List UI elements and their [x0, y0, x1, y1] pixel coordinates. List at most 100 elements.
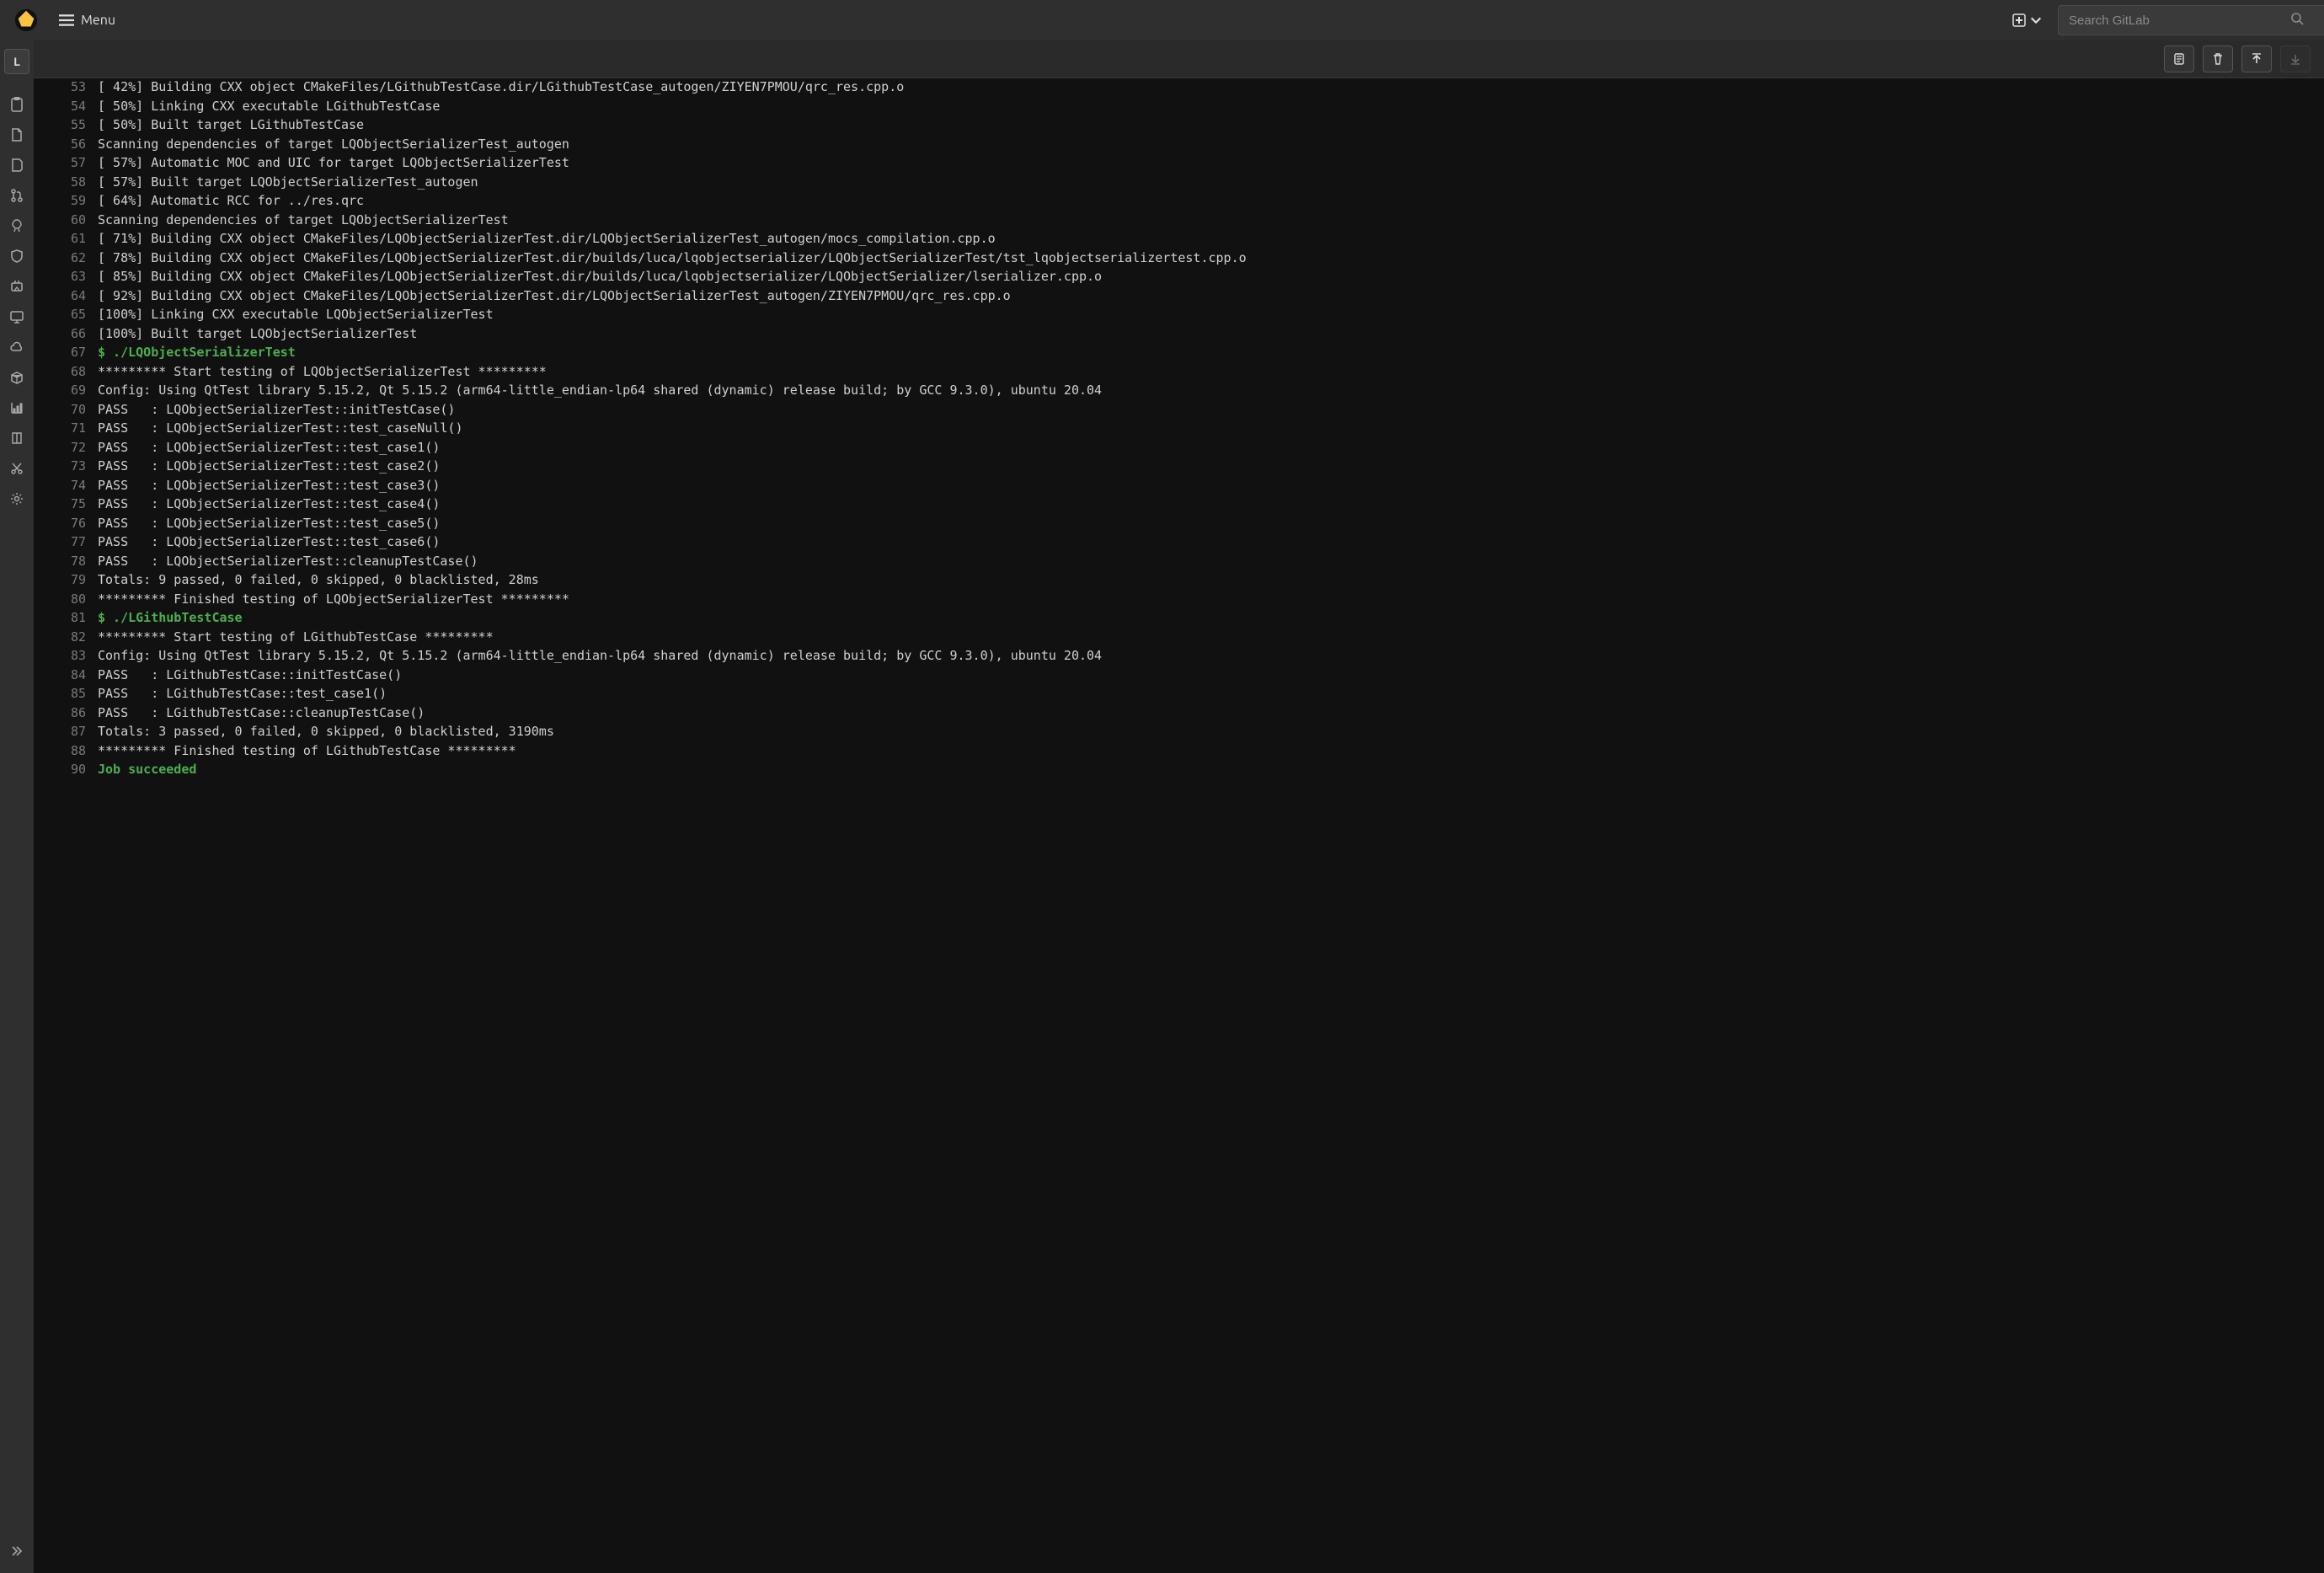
log-line-number[interactable]: 66 [34, 324, 98, 344]
log-line-number[interactable]: 75 [34, 495, 98, 514]
log-line: 66[100%] Built target LQObjectSerializer… [34, 324, 2324, 344]
sidebar-settings[interactable] [0, 484, 34, 514]
log-line-number[interactable]: 88 [34, 741, 98, 761]
show-raw-button[interactable] [2164, 45, 2194, 72]
log-line-number[interactable]: 53 [34, 78, 98, 97]
book-icon [9, 431, 24, 446]
log-line-number[interactable]: 70 [34, 400, 98, 420]
log-line-number[interactable]: 69 [34, 381, 98, 400]
log-line-text: PASS : LQObjectSerializerTest::test_case… [98, 457, 440, 476]
sidebar-merge-requests[interactable] [0, 180, 34, 211]
issues-icon [9, 158, 24, 173]
sidebar-snippets[interactable] [0, 453, 34, 484]
shield-icon [9, 249, 24, 264]
log-line-number[interactable]: 59 [34, 191, 98, 211]
log-line: 72PASS : LQObjectSerializerTest::test_ca… [34, 438, 2324, 457]
log-line-text: PASS : LGithubTestCase::test_case1() [98, 684, 387, 704]
log-line-number[interactable]: 83 [34, 646, 98, 666]
log-line-number[interactable]: 55 [34, 115, 98, 135]
hamburger-icon [59, 13, 74, 28]
package-icon [9, 370, 24, 385]
log-line-number[interactable]: 65 [34, 305, 98, 324]
sidebar-deployments[interactable] [0, 271, 34, 302]
sidebar-issues[interactable] [0, 150, 34, 180]
log-line-number[interactable]: 86 [34, 704, 98, 723]
log-line-number[interactable]: 60 [34, 211, 98, 230]
log-line: 80********* Finished testing of LQObject… [34, 590, 2324, 609]
project-logo[interactable] [13, 8, 39, 33]
log-line-number[interactable]: 82 [34, 628, 98, 647]
log-line-number[interactable]: 81 [34, 608, 98, 628]
tanuki-logo-icon [13, 8, 39, 33]
log-line-number[interactable]: 72 [34, 438, 98, 457]
log-line-number[interactable]: 85 [34, 684, 98, 704]
log-line-text: PASS : LQObjectSerializerTest::test_case… [98, 514, 440, 533]
log-line-number[interactable]: 80 [34, 590, 98, 609]
scroll-bottom-button[interactable] [2280, 45, 2311, 72]
log-line-number[interactable]: 77 [34, 532, 98, 552]
sidebar-ci-cd[interactable] [0, 211, 34, 241]
log-line-number[interactable]: 62 [34, 249, 98, 268]
log-line-number[interactable]: 54 [34, 97, 98, 116]
sidebar-packages[interactable] [0, 362, 34, 393]
sidebar-expand-button[interactable] [0, 1536, 34, 1566]
log-line: 90Job succeeded [34, 760, 2324, 779]
log-line: 82********* Start testing of LGithubTest… [34, 628, 2324, 647]
new-dropdown[interactable] [2012, 13, 2043, 27]
log-line-text: [ 57%] Built target LQObjectSerializerTe… [98, 173, 478, 192]
log-line: 60Scanning dependencies of target LQObje… [34, 211, 2324, 230]
menu-button[interactable]: Menu [59, 13, 115, 28]
scroll-top-button[interactable] [2241, 45, 2272, 72]
sidebar-repository[interactable] [0, 120, 34, 150]
search-input[interactable] [2058, 5, 2324, 35]
sidebar-project-info[interactable] [0, 89, 34, 120]
log-line: 56Scanning dependencies of target LQObje… [34, 135, 2324, 154]
log-line-number[interactable]: 90 [34, 760, 98, 779]
log-line-text: PASS : LQObjectSerializerTest::test_case… [98, 476, 440, 495]
log-line-number[interactable]: 84 [34, 666, 98, 685]
log-line-number[interactable]: 56 [34, 135, 98, 154]
log-line: 88********* Finished testing of LGithubT… [34, 741, 2324, 761]
log-line-text: [100%] Linking CXX executable LQObjectSe… [98, 305, 494, 324]
log-line: 86PASS : LGithubTestCase::cleanupTestCas… [34, 704, 2324, 723]
log-line-number[interactable]: 79 [34, 570, 98, 590]
log-line-text: Config: Using QtTest library 5.15.2, Qt … [98, 646, 1102, 666]
log-line-number[interactable]: 78 [34, 552, 98, 571]
log-line-text: PASS : LGithubTestCase::initTestCase() [98, 666, 402, 685]
log-line-text: [ 78%] Building CXX object CMakeFiles/LQ… [98, 249, 1247, 268]
log-line: 78PASS : LQObjectSerializerTest::cleanup… [34, 552, 2324, 571]
log-line-number[interactable]: 73 [34, 457, 98, 476]
sidebar-wiki[interactable] [0, 423, 34, 453]
chevron-down-icon [2029, 13, 2043, 27]
log-line-number[interactable]: 87 [34, 722, 98, 741]
log-line-text: Totals: 9 passed, 0 failed, 0 skipped, 0… [98, 570, 539, 590]
erase-log-button[interactable] [2203, 45, 2233, 72]
log-line-number[interactable]: 76 [34, 514, 98, 533]
double-chevron-right-icon [9, 1544, 24, 1559]
deployments-icon [9, 279, 24, 294]
log-line: 73PASS : LQObjectSerializerTest::test_ca… [34, 457, 2324, 476]
project-avatar[interactable]: L [4, 49, 29, 74]
log-line-number[interactable]: 64 [34, 286, 98, 306]
log-line-number[interactable]: 61 [34, 229, 98, 249]
log-line-number[interactable]: 71 [34, 419, 98, 438]
log-line-number[interactable]: 63 [34, 267, 98, 286]
log-line: 55[ 50%] Built target LGithubTestCase [34, 115, 2324, 135]
scissors-icon [9, 461, 24, 476]
log-line-text: PASS : LQObjectSerializerTest::test_case… [98, 532, 440, 552]
log-line-number[interactable]: 67 [34, 343, 98, 362]
log-line-number[interactable]: 58 [34, 173, 98, 192]
sidebar-infrastructure[interactable] [0, 332, 34, 362]
sidebar-security[interactable] [0, 241, 34, 271]
log-line: 84PASS : LGithubTestCase::initTestCase() [34, 666, 2324, 685]
log-line-text: [ 71%] Building CXX object CMakeFiles/LQ… [98, 229, 996, 249]
log-line-number[interactable]: 68 [34, 362, 98, 382]
job-toolbar [34, 40, 2324, 78]
log-line-number[interactable]: 57 [34, 153, 98, 173]
sidebar-monitor[interactable] [0, 302, 34, 332]
log-line-text: [ 50%] Built target LGithubTestCase [98, 115, 364, 135]
sidebar-analytics[interactable] [0, 393, 34, 423]
log-line-number[interactable]: 74 [34, 476, 98, 495]
log-line: 70PASS : LQObjectSerializerTest::initTes… [34, 400, 2324, 420]
log-line-text: PASS : LQObjectSerializerTest::cleanupTe… [98, 552, 478, 571]
